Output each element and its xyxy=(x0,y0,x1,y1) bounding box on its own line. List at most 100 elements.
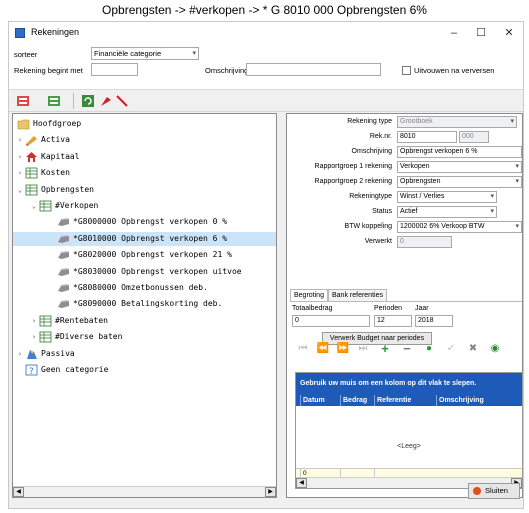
rekeningtype-select[interactable]: Winst / Verlies ▾ xyxy=(397,191,497,203)
expand-label: Uitvouwen na verversen xyxy=(414,66,495,75)
tree-item[interactable]: Hoofdgroep xyxy=(13,117,276,131)
chevron-down-icon[interactable]: ⌄ xyxy=(16,183,24,197)
description-label: Omschrijving xyxy=(205,66,249,75)
folder-icon xyxy=(17,118,30,130)
rapportgroep1-select[interactable]: Verkopen ▾ xyxy=(397,161,522,173)
account-icon xyxy=(57,249,70,261)
tab-begroting[interactable]: Begroting xyxy=(290,289,328,301)
rapportgroep2-select[interactable]: Opbrengsten ▾ xyxy=(397,176,522,188)
description-input[interactable] xyxy=(246,63,381,76)
tree-item-label: Kosten xyxy=(41,168,70,178)
expand-checkbox[interactable] xyxy=(402,66,411,75)
scroll-right-button[interactable]: ▶ xyxy=(265,487,276,497)
ledger-icon xyxy=(39,200,52,212)
account-icon xyxy=(57,266,70,278)
tree-item[interactable]: › Activa xyxy=(13,133,276,147)
rek-nr-label: Rek.nr. xyxy=(369,133,392,140)
last-icon[interactable]: ⏭ xyxy=(355,340,371,358)
rapportgroep1-value: Verkopen xyxy=(400,163,430,170)
clear-icon[interactable] xyxy=(115,94,129,108)
scroll-left-button[interactable]: ◀ xyxy=(13,487,24,497)
marker-icon[interactable] xyxy=(99,94,113,108)
budget-grid[interactable]: Gebruik uw muis om een kolom op dit vlak… xyxy=(295,372,523,489)
refresh-icon[interactable] xyxy=(81,94,95,108)
first-icon[interactable]: ⏮ xyxy=(295,340,311,358)
ledger-icon xyxy=(25,167,38,179)
ledger-icon xyxy=(39,331,52,343)
chevron-right-icon[interactable]: › xyxy=(16,347,24,361)
tree-item-label: Opbrengsten xyxy=(41,184,94,194)
svg-text:?: ? xyxy=(29,367,34,376)
sort-select[interactable]: Financiële categorie ▾ xyxy=(91,47,199,60)
tree-item[interactable]: › Kosten xyxy=(13,166,276,180)
chevron-right-icon[interactable]: › xyxy=(30,330,38,344)
remove-icon[interactable]: − xyxy=(399,340,415,358)
kapitaal-icon xyxy=(25,151,38,163)
tree-horizontal-scrollbar[interactable]: ◀ ▶ xyxy=(13,486,276,497)
expand-icon[interactable] xyxy=(47,94,61,108)
maximize-button[interactable]: ☐ xyxy=(468,24,494,42)
tree-item-label: *G8010000 Opbrengst verkopen 6 % xyxy=(73,233,228,243)
tree-item[interactable]: *G8030000 Opbrengst verkopen uitvoe xyxy=(13,265,276,279)
tree-item[interactable]: ? Geen categorie xyxy=(13,363,276,377)
confirm-icon[interactable]: ✓ xyxy=(443,340,459,358)
tree-item[interactable]: *G8010000 Opbrengst verkopen 6 % xyxy=(13,231,276,246)
chevron-down-icon: ▾ xyxy=(515,163,519,170)
tree-item[interactable]: *G8000000 Opbrengst verkopen 0 % xyxy=(13,215,276,229)
column-datum[interactable]: Datum xyxy=(300,395,340,406)
tree-item[interactable]: ⌄ Opbrengsten xyxy=(13,183,276,197)
totaalbedrag-input[interactable]: 0 xyxy=(292,315,370,327)
account-icon xyxy=(57,233,70,245)
column-omschrijving[interactable]: Omschrijving xyxy=(436,395,522,406)
omschrijving-input[interactable]: Opbrengst verkopen 6 % xyxy=(397,146,522,158)
account-starts-input[interactable] xyxy=(91,63,138,76)
app-icon xyxy=(15,28,25,38)
tree-item[interactable]: *G8020000 Opbrengst verkopen 21 % xyxy=(13,248,276,262)
minimize-button[interactable]: – xyxy=(441,24,467,42)
rekeningen-window: Rekeningen – ☐ ✕ sorteer Financiële cate… xyxy=(8,21,524,509)
rekeningtype-value: Winst / Verlies xyxy=(400,193,445,200)
tree-item[interactable]: ⌄ #Verkopen xyxy=(13,199,276,213)
chevron-down-icon: ▾ xyxy=(515,223,519,230)
account-detail-panel: Rekening type Grootboek ▾ Rek.nr. 8010 0… xyxy=(286,113,523,498)
rek-nr-input[interactable]: 8010 xyxy=(397,131,457,143)
jaar-input[interactable]: 2018 xyxy=(415,315,453,327)
tree-item[interactable]: › #Diverse baten xyxy=(13,330,276,344)
verwerkt-input: 0 xyxy=(397,236,452,248)
perioden-input[interactable]: 12 xyxy=(374,315,412,327)
status-select[interactable]: Actief ▾ xyxy=(397,206,497,218)
column-bedrag[interactable]: Bedrag xyxy=(340,395,374,406)
tree-item[interactable]: *G8090000 Betalingskorting deb. xyxy=(13,297,276,311)
tree-item[interactable]: *G8080000 Omzetbonussen deb. xyxy=(13,281,276,295)
tree-item-label: Kapitaal xyxy=(41,151,80,161)
tree-item[interactable]: › Passiva xyxy=(13,347,276,361)
chevron-right-icon[interactable]: › xyxy=(16,150,24,164)
category-tree[interactable]: Hoofdgroep › Activa › Kapitaal › Kosten ⌄ Opbren… xyxy=(12,113,277,498)
up-icon[interactable]: ● xyxy=(421,340,437,358)
cancel-icon[interactable]: ✖ xyxy=(465,340,481,358)
prev-page-icon[interactable]: ⏪ xyxy=(315,340,331,358)
chevron-right-icon[interactable]: › xyxy=(30,314,38,328)
sluiten-button[interactable]: Sluiten xyxy=(468,483,520,499)
tab-bank-referenties[interactable]: Bank referenties xyxy=(328,289,387,301)
tree-item[interactable]: › #Rentebaten xyxy=(13,314,276,328)
close-window-button[interactable]: ✕ xyxy=(496,24,522,42)
next-page-icon[interactable]: ⏩ xyxy=(335,340,351,358)
perioden-label: Perioden xyxy=(374,305,403,312)
btw-select[interactable]: 1200002 6% Verkoop BTW ▾ xyxy=(397,221,522,233)
group-by-banner[interactable]: Gebruik uw muis om een kolom op dit vlak… xyxy=(296,373,522,395)
rek-nr-sub-input[interactable]: 000 xyxy=(459,131,489,143)
column-referentie[interactable]: Referentie xyxy=(374,395,436,406)
chevron-right-icon[interactable]: › xyxy=(16,133,24,147)
tree-item-label: *G8030000 Opbrengst verkopen uitvoe xyxy=(73,266,242,276)
grid-scroll-left-button[interactable]: ◀ xyxy=(296,478,307,488)
tree-item[interactable]: › Kapitaal xyxy=(13,150,276,164)
chevron-right-icon[interactable]: › xyxy=(16,166,24,180)
sluiten-label: Sluiten xyxy=(485,486,508,495)
chevron-down-icon[interactable]: ⌄ xyxy=(30,199,38,213)
add-icon[interactable]: + xyxy=(377,340,393,358)
rekening-type-select[interactable]: Grootboek ▾ xyxy=(397,116,517,128)
account-icon xyxy=(57,216,70,228)
collapse-icon[interactable] xyxy=(16,94,30,108)
refresh-icon[interactable]: ◉ xyxy=(487,340,503,358)
